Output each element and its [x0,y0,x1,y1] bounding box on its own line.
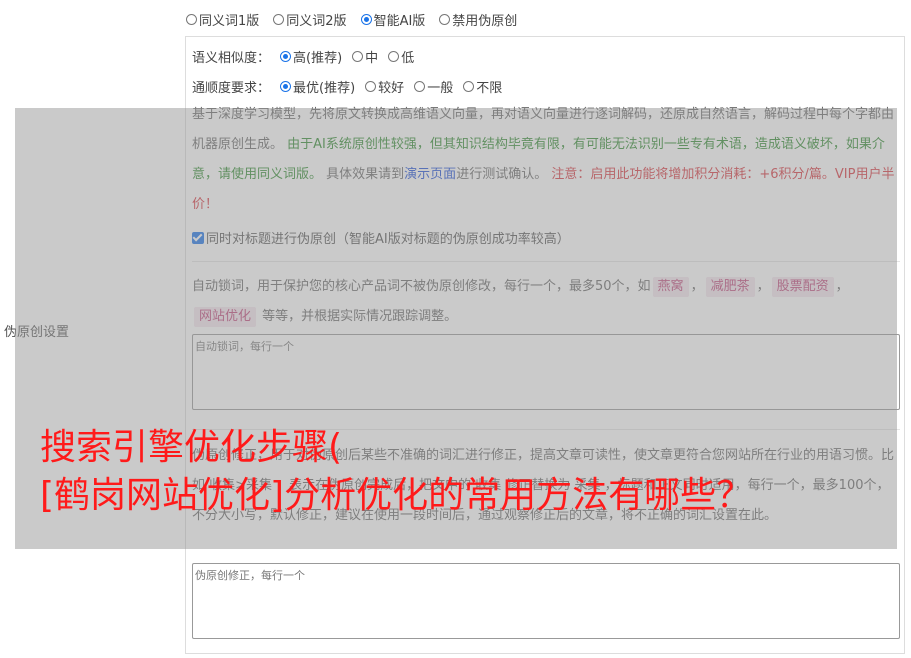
fluency-row: 通顺度要求： 最优(推荐) 较好 一般 不限 [192,77,502,96]
fluency-any[interactable]: 不限 [463,77,502,96]
example-tag: 减肥茶 [705,277,755,297]
fluency-best[interactable]: 最优(推荐) [280,77,355,96]
mode-disable[interactable]: 禁用伪原创 [439,10,517,29]
article-headline: 搜索引擎优化步骤( [鹤岗网站优化]分析优化的常用方法有哪些？ [40,427,753,516]
similarity-low[interactable]: 低 [388,47,414,66]
mode-synonym-v2[interactable]: 同义词2版 [273,10,347,29]
mode-smart-ai[interactable]: 智能AI版 [360,10,425,29]
similarity-row: 语义相似度： 高(推荐) 中 低 [192,47,414,66]
radio-icon[interactable] [439,14,451,25]
lock-words-description: 自动锁词，用于保护您的核心产品词不被伪原创修改，每行一个，最多50个，如 燕窝，减… [192,272,900,332]
title-rewrite-checkbox[interactable]: 同时对标题进行伪原创（智能AI版对标题的伪原创成功率较高） [192,228,570,247]
lock-words-input[interactable] [192,334,900,410]
fluency-normal[interactable]: 一般 [414,77,453,96]
example-tag: 网站优化 [194,307,257,327]
radio-icon[interactable] [273,14,285,25]
mode-synonym-v1[interactable]: 同义词1版 [186,10,259,29]
similarity-high[interactable]: 高(推荐) [280,47,342,66]
similarity-medium[interactable]: 中 [352,47,378,66]
radio-icon[interactable] [365,81,377,92]
example-tag: 燕窝 [652,277,689,297]
correction-input[interactable] [192,563,900,639]
ai-description: 基于深度学习模型，先将原文转换成高维语义向量，再对语义向量进行逐词解码，还原成自… [192,107,895,212]
checkbox-checked-icon[interactable] [192,231,204,244]
radio-checked-icon[interactable] [280,81,292,92]
mode-radio-group: 同义词1版 同义词2版 智能AI版 禁用伪原创 [186,10,517,29]
radio-icon[interactable] [388,51,400,62]
demo-page-link[interactable]: 演示页面 [404,167,456,182]
radio-checked-icon[interactable] [280,51,292,62]
fluency-good[interactable]: 较好 [365,77,404,96]
section-label: 伪原创设置 [4,325,70,340]
fluency-label: 通顺度要求： [192,81,271,96]
radio-icon[interactable] [463,81,475,92]
example-tag: 股票配资 [771,277,834,297]
divider [192,261,900,262]
radio-icon[interactable] [186,14,197,25]
similarity-label: 语义相似度： [192,51,271,66]
radio-icon[interactable] [352,51,364,62]
radio-checked-icon[interactable] [360,14,372,25]
radio-icon[interactable] [414,81,426,92]
